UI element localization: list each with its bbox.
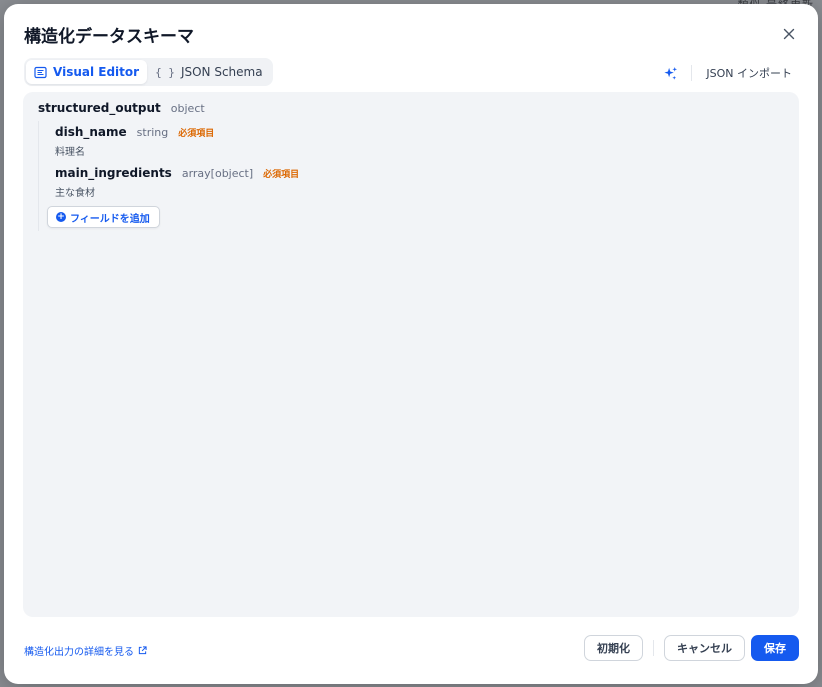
schema-editor: structured_output object dish_name strin… — [23, 92, 799, 617]
root-field-type: object — [170, 102, 205, 115]
root-field-name: structured_output — [38, 101, 161, 115]
required-badge: 必須項目 — [178, 129, 215, 139]
tab-json-schema-label: JSON Schema — [180, 65, 263, 79]
visual-editor-icon — [34, 66, 47, 78]
field-description: 料理名 — [55, 147, 85, 158]
json-import-button[interactable]: JSON インポート — [706, 65, 792, 81]
tab-json-schema[interactable]: { } JSON Schema — [147, 60, 271, 84]
field-type: array[object] — [181, 167, 254, 180]
add-field-label: フィールドを追加 — [70, 213, 150, 225]
footer-divider — [653, 640, 654, 656]
tree-line — [38, 121, 39, 231]
ai-generate-button[interactable] — [663, 65, 679, 81]
field-item[interactable]: main_ingredients array[object] 必須項目 主な食材 — [55, 166, 299, 199]
root-field: structured_output object — [38, 101, 205, 115]
editor-mode-tabs: Visual Editor { } JSON Schema — [24, 58, 273, 86]
field-type: string — [136, 126, 169, 139]
field-description: 主な食材 — [55, 188, 95, 199]
tab-visual-editor-label: Visual Editor — [53, 65, 140, 79]
field-name: main_ingredients — [55, 166, 172, 180]
docs-link[interactable]: 構造化出力の詳細を見る — [24, 643, 147, 658]
save-button[interactable]: 保存 — [751, 635, 799, 661]
plus-circle-icon: + — [56, 212, 66, 222]
sparkle-icon — [664, 66, 678, 80]
docs-link-label: 構造化出力の詳細を見る — [24, 647, 134, 658]
field-name: dish_name — [55, 125, 127, 139]
external-link-icon — [138, 646, 147, 655]
add-field-button[interactable]: + フィールドを追加 — [47, 206, 160, 228]
footer-actions: 初期化 キャンセル 保存 — [584, 635, 799, 661]
close-button[interactable] — [780, 25, 798, 43]
schema-dialog: 構造化データスキーマ Visual Editor { } JSON Schema — [4, 4, 818, 684]
dialog-title: 構造化データスキーマ — [24, 27, 194, 47]
toolbar-divider — [691, 65, 693, 81]
cancel-button[interactable]: キャンセル — [664, 635, 745, 661]
tab-visual-editor[interactable]: Visual Editor — [26, 60, 148, 84]
field-item[interactable]: dish_name string 必須項目 料理名 — [55, 125, 214, 158]
required-badge: 必須項目 — [263, 170, 300, 180]
reset-button[interactable]: 初期化 — [584, 635, 643, 661]
toolbar-right: JSON インポート — [663, 62, 792, 84]
close-icon — [783, 28, 795, 40]
braces-icon: { } — [155, 65, 175, 79]
